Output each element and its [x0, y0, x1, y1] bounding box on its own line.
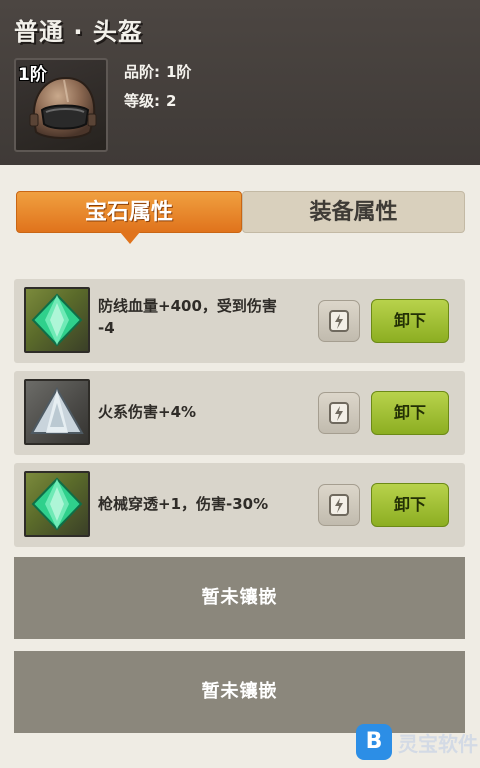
swap-gem-button[interactable]	[318, 300, 360, 342]
watermark-text: 灵宝软件	[398, 732, 478, 756]
triangle-gem-icon	[30, 386, 84, 434]
gem-effect-line: 防线血量+400，受到伤害	[98, 297, 277, 315]
item-title: 普通 · 头盔	[14, 18, 143, 46]
gem-slot-frame	[24, 379, 90, 445]
unload-button[interactable]: 卸下	[371, 391, 449, 435]
green-gem-icon	[31, 477, 83, 531]
swap-icon	[329, 494, 349, 516]
grade-value: 1阶	[166, 63, 192, 81]
level-label: 等级:	[124, 92, 160, 110]
grade-info: 品阶: 1阶	[124, 61, 197, 82]
green-gem-icon	[31, 293, 83, 347]
swap-gem-button[interactable]	[318, 392, 360, 434]
tier-badge: 1阶	[18, 65, 47, 85]
gem-slot-frame	[24, 471, 90, 537]
item-icon-frame: 1阶	[14, 58, 108, 152]
gem-effect-line: 火系伤害+4%	[98, 403, 197, 421]
gem-effect-text: 枪械穿透+1，伤害-30%	[98, 493, 268, 515]
tab-equipment-attributes[interactable]: 装备属性	[242, 191, 465, 233]
tab-gem-attributes[interactable]: 宝石属性	[16, 191, 242, 244]
gem-effect-line: -4	[98, 319, 115, 337]
gem-effect-text: 防线血量+400，受到伤害 -4	[98, 295, 277, 339]
swap-icon	[329, 310, 349, 332]
swap-icon	[329, 402, 349, 424]
watermark-logo-icon: B	[356, 724, 392, 760]
gem-row: 防线血量+400，受到伤害 -4 卸下	[14, 279, 465, 363]
gem-effect-text: 火系伤害+4%	[98, 401, 196, 423]
unload-button[interactable]: 卸下	[371, 483, 449, 527]
swap-gem-button[interactable]	[318, 484, 360, 526]
gem-row: 枪械穿透+1，伤害-30% 卸下	[14, 463, 465, 547]
gem-effect-line: 枪械穿透+1，伤害-30%	[98, 495, 269, 513]
tab-equipment-label: 装备属性	[309, 200, 398, 225]
level-value: 2	[166, 92, 177, 110]
tab-gem-label: 宝石属性	[84, 200, 173, 225]
level-info: 等级: 2	[124, 90, 182, 111]
gem-row: 火系伤害+4% 卸下	[14, 371, 465, 455]
item-header: 普通 · 头盔 1阶 品阶: 1阶 等级: 2	[0, 0, 480, 165]
watermark: B 灵宝软件	[350, 720, 480, 768]
active-tab-pointer	[120, 232, 140, 244]
gem-slot-frame	[24, 287, 90, 353]
empty-gem-slot[interactable]: 暂未镶嵌	[14, 557, 465, 639]
unload-button[interactable]: 卸下	[371, 299, 449, 343]
grade-label: 品阶:	[124, 63, 160, 81]
